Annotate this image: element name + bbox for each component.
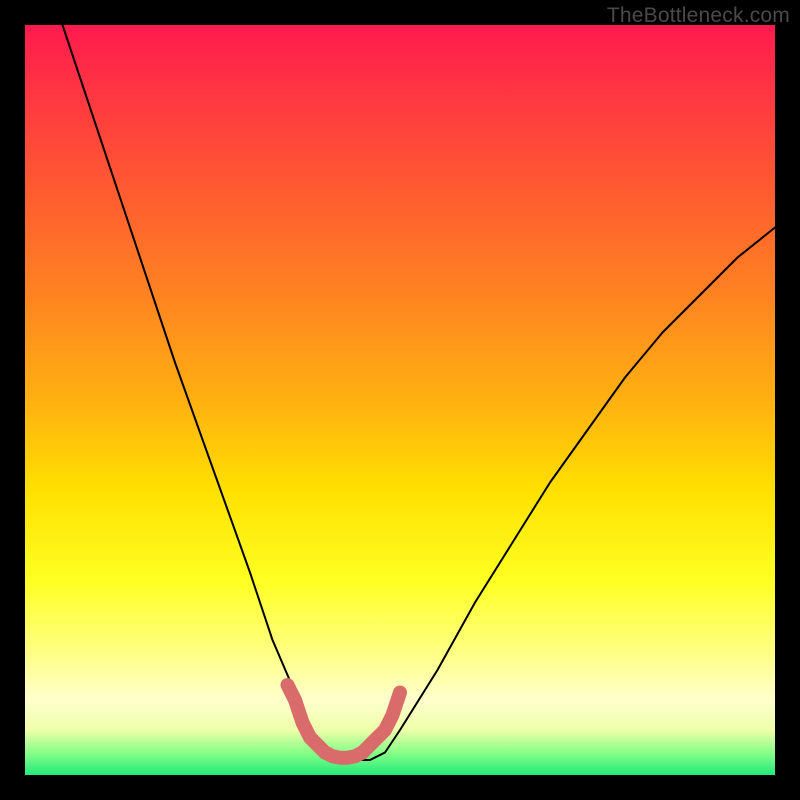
watermark-text: TheBottleneck.com (607, 4, 790, 28)
plot-area (25, 25, 775, 775)
bottleneck-curve (63, 25, 776, 760)
chart-frame: TheBottleneck.com (0, 0, 800, 800)
chart-svg (25, 25, 775, 775)
optimum-band (288, 685, 401, 758)
